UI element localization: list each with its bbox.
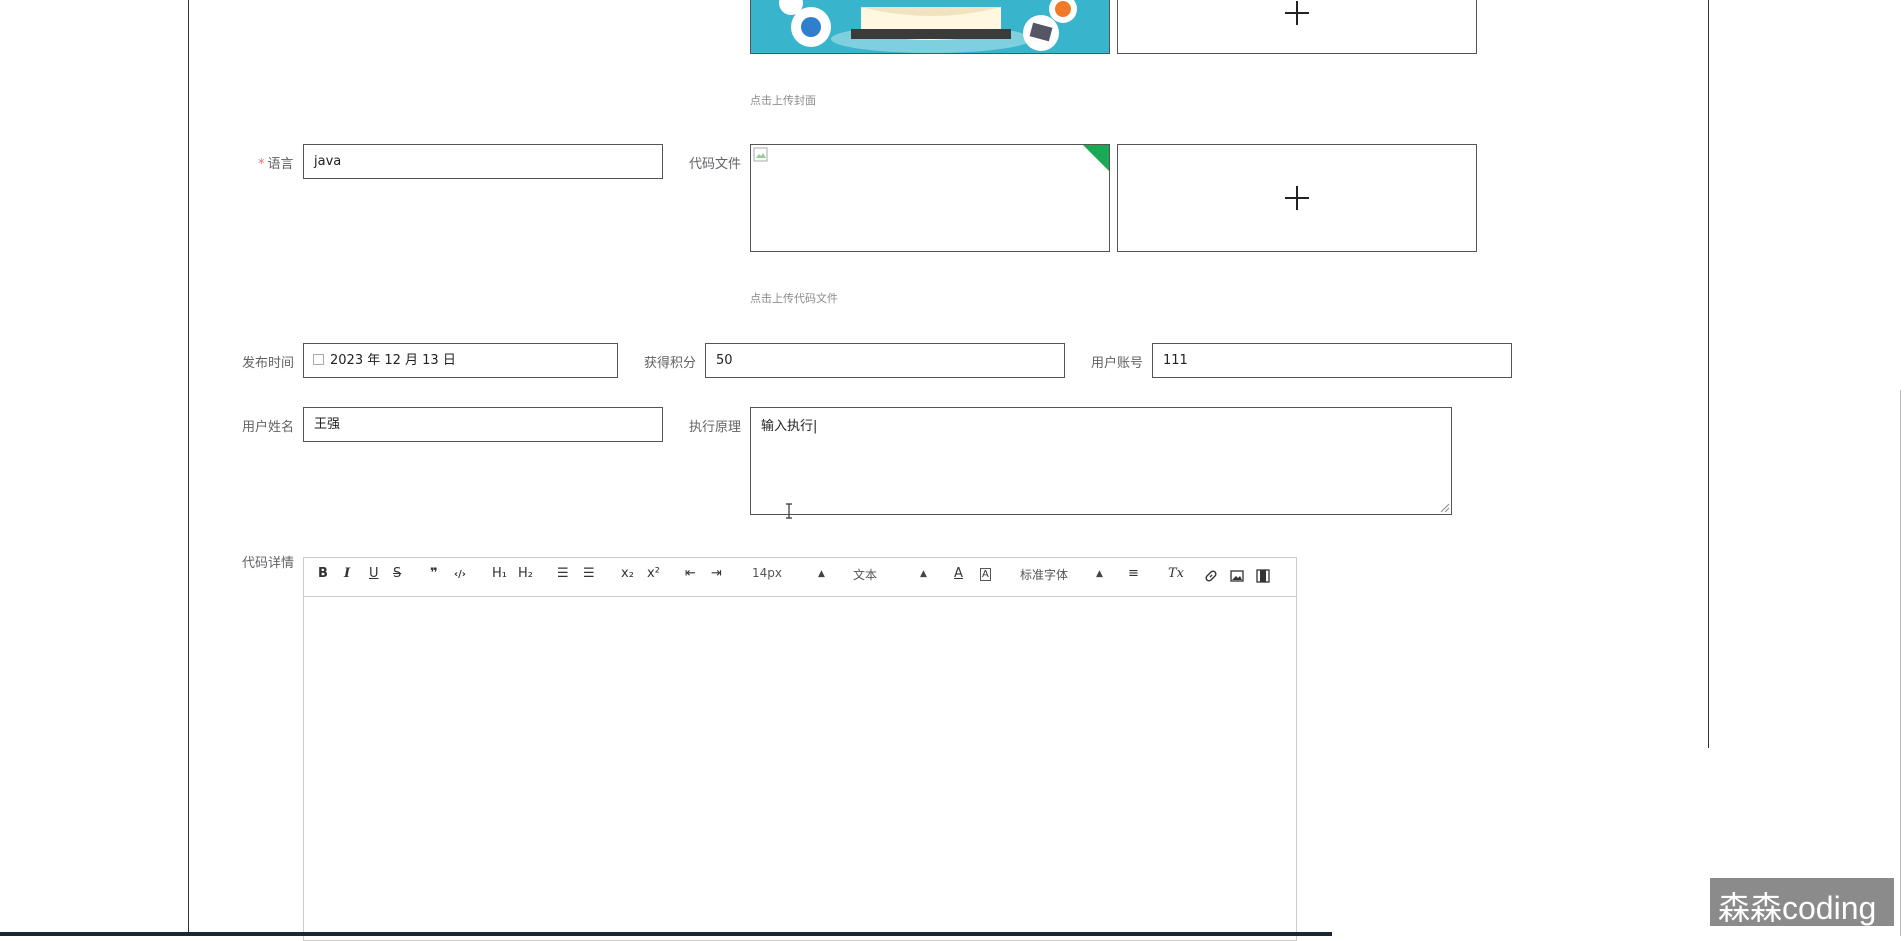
image-icon[interactable] [1230, 569, 1244, 583]
required-mark: * [258, 157, 265, 172]
heading-2-button[interactable]: H₂ [518, 566, 533, 581]
underline-button[interactable]: U [369, 566, 379, 581]
language-label-text: 语言 [267, 157, 294, 172]
editor-toolbar [303, 557, 1297, 597]
publish-time-date-input[interactable]: 2023 年 12 月 13 日 [303, 343, 618, 378]
language-label: * 语言 [258, 153, 294, 172]
taskbar-strip [0, 932, 1332, 936]
ordered-list-button[interactable]: ☰ [557, 566, 569, 581]
code-block-button[interactable]: ‹/› [454, 569, 466, 580]
video-icon[interactable] [1256, 569, 1270, 583]
font-size-select[interactable]: 14px [752, 566, 782, 580]
background-color-button[interactable]: A [980, 568, 991, 581]
code-file-upload-add[interactable] [1117, 144, 1477, 252]
align-button[interactable]: ≡ [1128, 566, 1139, 581]
plus-icon [1285, 1, 1309, 25]
user-name-input[interactable]: 王强 [303, 407, 663, 442]
header-select[interactable]: 文本 [853, 566, 877, 583]
resize-handle-icon[interactable] [1440, 503, 1450, 513]
link-icon[interactable] [1204, 569, 1218, 583]
font-family-select[interactable]: 标准字体 [1020, 566, 1068, 583]
bullet-list-button[interactable]: ☰ [583, 566, 595, 581]
right-border-line [1708, 0, 1709, 748]
user-name-label: 用户姓名 [242, 420, 295, 435]
left-border-line [188, 0, 189, 936]
clean-format-button[interactable]: Tx [1168, 566, 1184, 581]
uploaded-check-corner-icon [1083, 145, 1109, 171]
italic-button[interactable]: I [344, 566, 350, 581]
strike-button[interactable]: S [393, 566, 401, 581]
cover-upload-add[interactable] [1117, 0, 1477, 54]
bold-button[interactable]: B [318, 566, 328, 581]
superscript-button[interactable]: x² [647, 566, 660, 581]
indent-button[interactable]: ⇥ [711, 566, 722, 581]
page-scrollbar[interactable] [1900, 390, 1901, 936]
text-cursor-icon [786, 503, 792, 519]
code-file-upload-hint: 点击上传代码文件 [750, 292, 838, 305]
code-detail-label: 代码详情 [242, 556, 295, 571]
font-color-button[interactable]: A [954, 566, 963, 581]
points-input[interactable]: 50 [705, 343, 1065, 378]
plus-icon [1285, 186, 1309, 210]
watermark: 森森coding [1718, 890, 1877, 926]
publish-time-label: 发布时间 [242, 356, 295, 371]
calendar-icon [313, 354, 324, 365]
language-input[interactable]: java [303, 144, 663, 179]
points-label: 获得积分 [644, 356, 697, 371]
heading-1-button[interactable]: H₁ [492, 566, 507, 581]
editor-content-area[interactable] [303, 596, 1297, 941]
chevron-up-down-icon: ▲ [1096, 569, 1103, 579]
cover-upload-hint: 点击上传封面 [750, 94, 816, 107]
publish-time-value: 2023 年 12 月 13 日 [330, 353, 456, 368]
user-account-label: 用户账号 [1091, 356, 1144, 371]
blockquote-button[interactable]: ❞ [430, 566, 438, 581]
outdent-button[interactable]: ⇤ [685, 566, 696, 581]
chevron-up-down-icon: ▲ [818, 569, 825, 579]
code-file-preview[interactable] [750, 144, 1110, 252]
user-account-input[interactable]: 111 [1152, 343, 1512, 378]
principle-textarea[interactable]: 输入执行| [750, 407, 1452, 515]
broken-image-icon [753, 147, 768, 162]
cover-image-preview[interactable] [750, 0, 1110, 54]
principle-label: 执行原理 [689, 420, 742, 435]
chevron-up-down-icon: ▲ [920, 569, 927, 579]
subscript-button[interactable]: x₂ [621, 566, 634, 581]
code-file-label: 代码文件 [689, 157, 742, 172]
book-laptop-illustration-icon [751, 0, 1109, 53]
